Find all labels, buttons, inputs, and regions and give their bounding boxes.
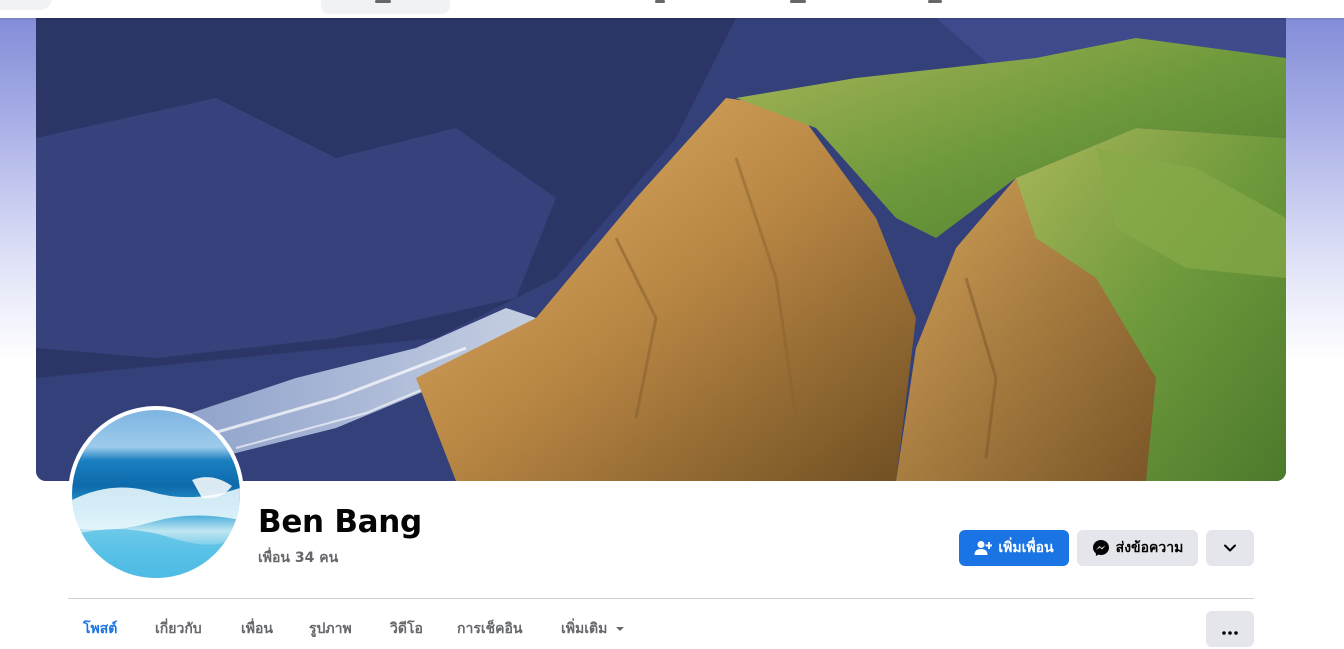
tab-about[interactable]: เกี่ยวกับ [155,610,202,648]
more-options-button[interactable] [1206,611,1254,647]
tab-about-label: เกี่ยวกับ [155,621,202,637]
tab-posts[interactable]: โพสต์ [83,610,117,648]
add-friend-button[interactable]: เพิ่มเพื่อน [959,530,1069,566]
nav-tab-indicator [928,0,942,3]
profile-options-dropdown[interactable] [1206,530,1254,566]
tab-checkins[interactable]: การเช็คอิน [457,610,523,648]
tab-photos-label: รูปภาพ [309,621,352,637]
caret-down-icon [615,626,625,632]
section-divider [68,598,1254,599]
person-plus-icon [974,540,993,556]
tab-checkins-label: การเช็คอิน [457,621,523,637]
nav-tab-indicator [375,0,391,3]
message-label: ส่งข้อความ [1115,540,1184,556]
tab-posts-label: โพสต์ [83,621,118,637]
chevron-down-icon [1224,540,1236,556]
tab-friends[interactable]: เพื่อน [241,610,273,648]
tab-friends-label: เพื่อน [241,621,273,637]
nav-tab-indicator [655,0,665,3]
search-box[interactable] [0,0,52,10]
tab-photos[interactable]: รูปภาพ [309,610,352,648]
nav-tab-indicator [790,0,806,3]
top-navigation-bar [0,0,1344,18]
profile-name: Ben Bang [258,504,422,540]
messenger-icon [1092,539,1110,557]
tab-videos-label: วิดีโอ [390,621,423,637]
add-friend-label: เพิ่มเพื่อน [998,540,1054,556]
tab-videos[interactable]: วิดีโอ [390,610,423,648]
tab-more[interactable]: เพิ่มเติม [561,610,625,648]
profile-avatar[interactable] [68,406,244,582]
more-dots-icon [1222,620,1238,639]
message-button[interactable]: ส่งข้อความ [1077,530,1198,566]
tab-more-label: เพิ่มเติม [561,621,608,637]
avatar-wave-image [72,410,240,578]
friend-count[interactable]: เพื่อน 34 คน [258,547,338,569]
